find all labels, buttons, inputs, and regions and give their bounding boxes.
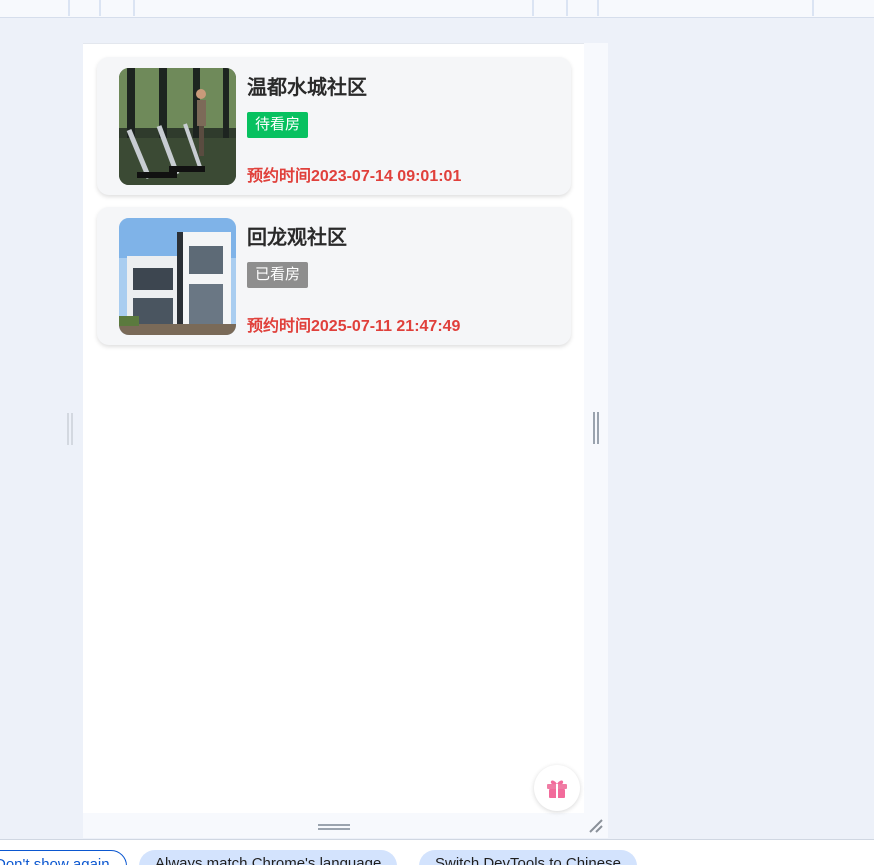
device-frame: 温都水城社区 待看房 预约时间2023-07-14 09:01:01 回龙观社区… (83, 43, 608, 838)
appointment-card[interactable]: 回龙观社区 已看房 预约时间2025-07-11 21:47:49 (97, 207, 571, 345)
toolbar-divider (68, 0, 70, 16)
gym-treadmill-photo (119, 68, 236, 185)
resize-corner-icon[interactable] (588, 818, 604, 834)
community-name: 回龙观社区 (247, 227, 347, 249)
toolbar-divider (597, 0, 599, 16)
status-badge: 待看房 (247, 112, 309, 138)
appointment-card[interactable]: 温都水城社区 待看房 预约时间2023-07-14 09:01:01 (97, 57, 571, 195)
modern-villa-photo (119, 218, 236, 335)
toolbar-divider (566, 0, 568, 16)
gift-icon (547, 780, 567, 798)
toolbar-divider (532, 0, 534, 16)
gift-button[interactable] (534, 765, 580, 811)
device-resize-handle-bottom[interactable] (318, 824, 350, 830)
toolbar-divider (812, 0, 814, 16)
device-resize-handle-left[interactable] (67, 413, 73, 445)
appointment-time: 预约时间2023-07-14 09:01:01 (247, 168, 462, 185)
toolbar-divider (133, 0, 135, 16)
devtools-language-bar: Don't show again Always match Chrome's l… (0, 839, 874, 865)
toolbar-divider (99, 0, 101, 16)
appointment-time: 预约时间2025-07-11 21:47:49 (247, 318, 461, 335)
community-name: 温都水城社区 (247, 77, 367, 99)
device-resize-handle-right[interactable] (593, 412, 599, 444)
always-match-language-button[interactable]: Always match Chrome's language (139, 850, 398, 865)
status-badge: 已看房 (247, 262, 309, 288)
devtools-toolbar (0, 0, 874, 18)
switch-to-chinese-button[interactable]: Switch DevTools to Chinese (419, 850, 637, 865)
app-viewport: 温都水城社区 待看房 预约时间2023-07-14 09:01:01 回龙观社区… (83, 43, 584, 813)
dont-show-again-button[interactable]: Don't show again (0, 850, 127, 865)
